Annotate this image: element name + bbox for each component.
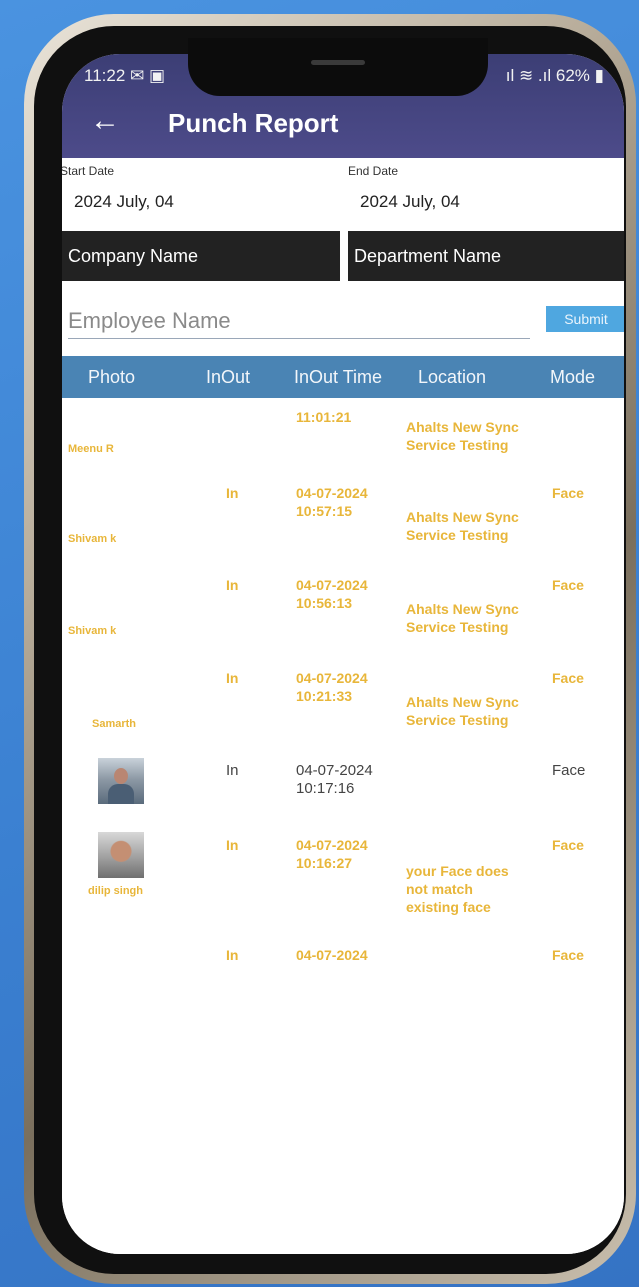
- employee-name-input[interactable]: [68, 304, 530, 339]
- employee-photo: [98, 832, 144, 878]
- punch-time: 10:57:15: [296, 503, 353, 519]
- punch-date: 04-07-2024: [296, 947, 368, 963]
- mode: Face: [552, 762, 586, 779]
- punch-time: 10:21:33: [296, 688, 353, 704]
- table-header: Photo InOut InOut Time Location Mode: [62, 356, 624, 398]
- clock: 11:22: [84, 66, 126, 85]
- punch-time: 11:01:21: [296, 409, 352, 425]
- app-screen: 11:22 ✉ ▣ ıl ≋ .ıl 62% ▮ ← Punch Report …: [62, 54, 624, 1254]
- employee-name: dilip singh: [88, 885, 143, 897]
- back-arrow-icon[interactable]: ←: [90, 106, 120, 136]
- location: Ahalts New Sync Service Testing: [406, 509, 519, 543]
- header-mode: Mode: [550, 367, 596, 387]
- table-row[interactable]: In 04-07-2024 10:57:15 Shivam k Ahalts N…: [62, 484, 624, 574]
- punch-time: 10:17:16: [296, 780, 355, 797]
- employee-name: Meenu R: [68, 443, 114, 455]
- inout: In: [226, 762, 239, 779]
- end-date-label: End Date: [348, 164, 399, 178]
- mode: Face: [552, 837, 584, 853]
- department-name-dropdown[interactable]: Department Name: [348, 231, 624, 281]
- list-fade-overlay: [62, 974, 624, 1044]
- photo-head-shape: [114, 768, 128, 784]
- header-inout: InOut: [206, 367, 251, 387]
- header-inout-time: InOut Time: [294, 367, 383, 387]
- inout: In: [226, 947, 239, 963]
- inout: In: [226, 837, 239, 853]
- battery-level: 62%: [555, 66, 590, 85]
- status-bar-right: ıl ≋ .ıl 62% ▮: [506, 66, 604, 86]
- company-name-dropdown[interactable]: Company Name: [62, 231, 340, 281]
- mode: Face: [552, 485, 584, 501]
- punch-date: 04-07-2024: [296, 577, 368, 593]
- submit-button[interactable]: Submit: [546, 306, 624, 332]
- employee-photo: [98, 758, 144, 804]
- employee-name: Shivam k: [68, 533, 117, 545]
- end-date-picker[interactable]: End Date 2024 July, 04: [348, 164, 460, 212]
- mode: Face: [552, 577, 584, 593]
- end-date-value: 2024 July, 04: [360, 192, 460, 211]
- start-date-label: Start Date: [62, 164, 115, 178]
- battery-icon: ▮: [594, 66, 604, 85]
- punch-time: 10:16:27: [296, 855, 353, 871]
- table-row[interactable]: In 04-07-2024 10:56:13 Shivam k Ahalts N…: [62, 576, 624, 666]
- department-name-label: Department Name: [354, 246, 502, 266]
- empty-content-area: [62, 1044, 624, 1254]
- header-photo: Photo: [88, 367, 136, 387]
- table-row[interactable]: In 04-07-2024 10:21:33 Samarth Ahalts Ne…: [62, 669, 624, 757]
- punch-date: 04-07-2024: [296, 837, 368, 853]
- inout: In: [226, 577, 239, 593]
- punch-date: 04-07-2024: [296, 670, 368, 686]
- status-bar-left: 11:22 ✉ ▣: [84, 66, 165, 86]
- location: Ahalts New Sync Service Testing: [406, 694, 519, 728]
- employee-name: Shivam k: [68, 625, 117, 637]
- employee-name: Samarth: [92, 718, 137, 730]
- table-row[interactable]: dilip singh In 04-07-2024 10:16:27 your …: [62, 832, 624, 942]
- punch-time: 10:56:13: [296, 595, 353, 611]
- table-row[interactable]: 11:01:21 Meenu R Ahalts New Sync Service…: [62, 400, 624, 480]
- location: Ahalts New Sync Service Testing: [406, 419, 519, 453]
- speaker-grille: [311, 60, 365, 65]
- punch-date: 04-07-2024: [296, 485, 368, 501]
- start-date-value: 2024 July, 04: [74, 192, 174, 211]
- signal-icon: ıl ≋ .ıl: [505, 66, 552, 85]
- inout: In: [226, 670, 239, 686]
- company-name-label: Company Name: [68, 246, 199, 266]
- inout: In: [226, 485, 239, 501]
- page-title: Punch Report: [168, 108, 339, 138]
- camera-notch: [188, 38, 488, 96]
- mode: Face: [552, 670, 584, 686]
- start-date-picker[interactable]: Start Date 2024 July, 04: [62, 164, 174, 212]
- punch-date: 04-07-2024: [296, 762, 373, 779]
- table-row[interactable]: In 04-07-2024 10:17:16 Face: [62, 758, 624, 828]
- location: your Face does not match existing face: [406, 863, 509, 915]
- header-location: Location: [418, 367, 487, 387]
- location: Ahalts New Sync Service Testing: [406, 601, 519, 635]
- photo-body-shape: [108, 784, 134, 804]
- notification-icons: ✉ ▣: [130, 66, 166, 85]
- mode: Face: [552, 947, 584, 963]
